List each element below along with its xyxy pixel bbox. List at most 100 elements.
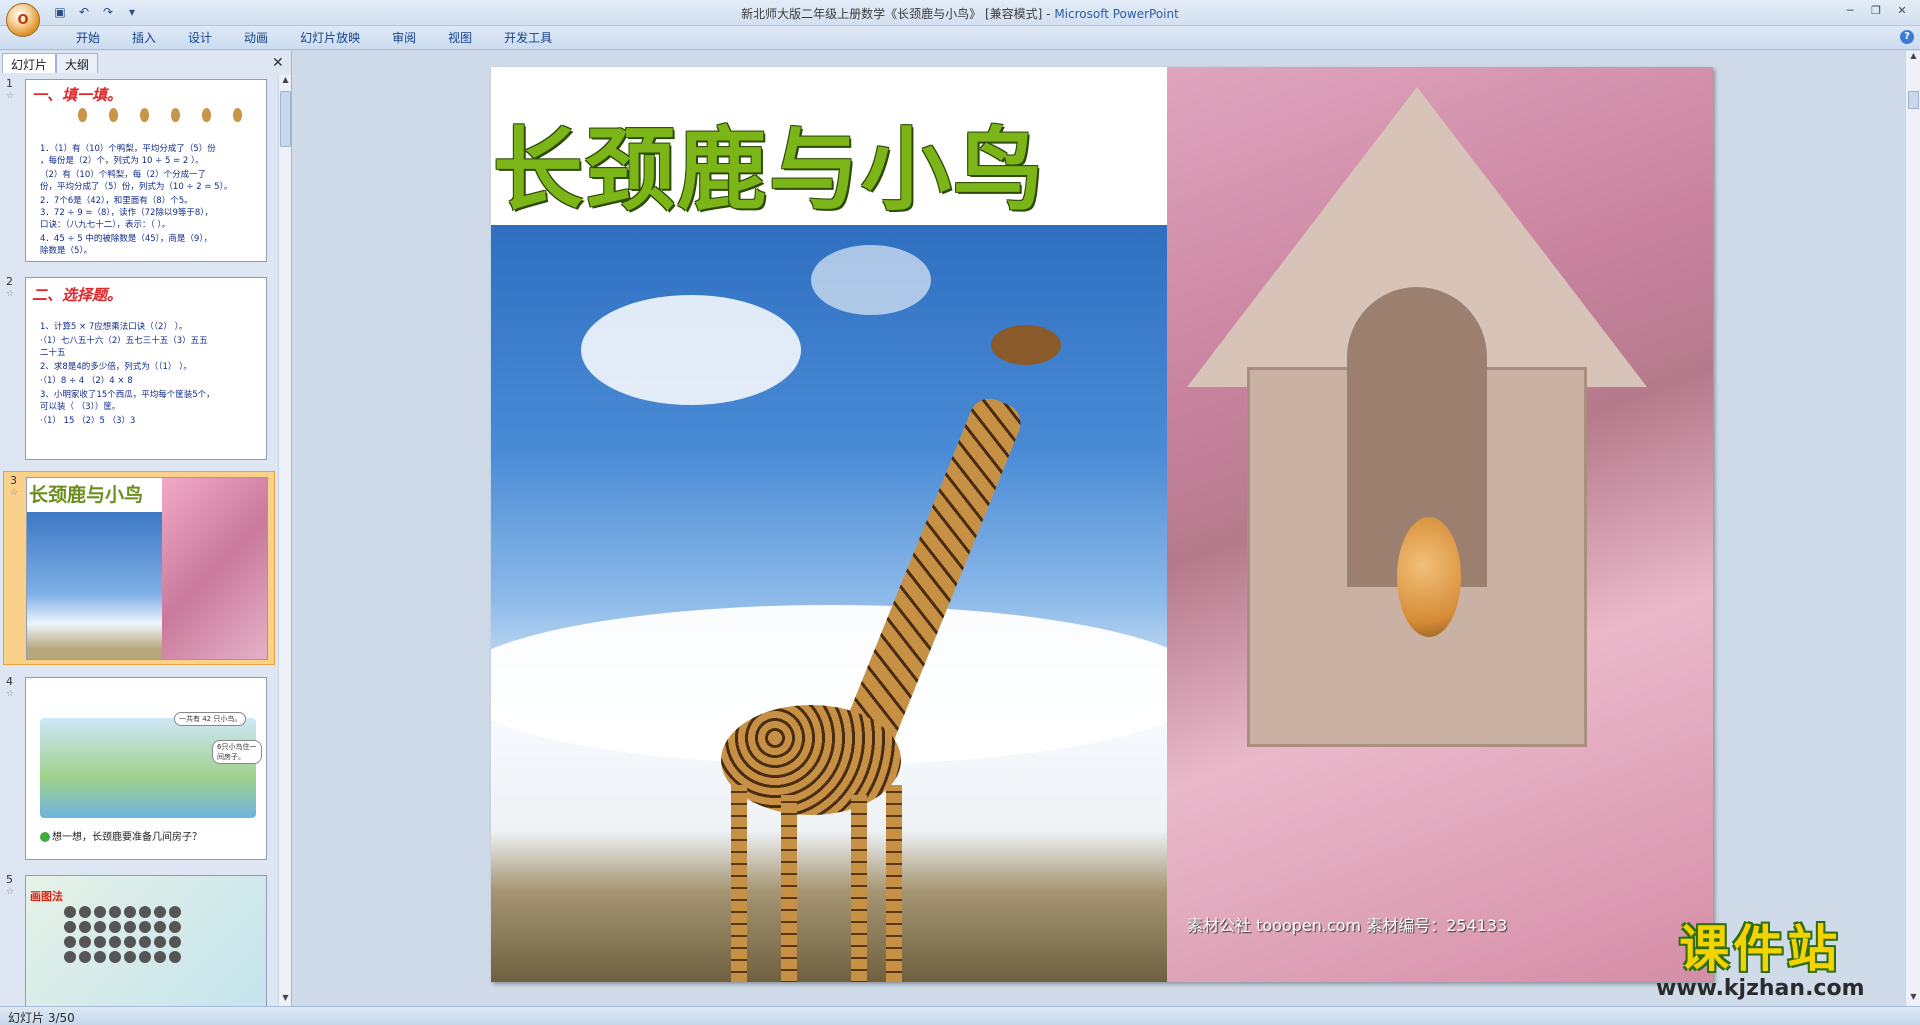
slide-number: 1	[6, 77, 13, 90]
tab-developer[interactable]: 开发工具	[488, 30, 568, 46]
slide-number: 4	[6, 675, 13, 688]
animation-star-icon: ☆	[6, 689, 15, 699]
slide-thumbnail[interactable]: 一、填一填。 1．（1）有（10）个鸭梨，平均分成了（5）份 ，每份是（2）个，…	[25, 79, 267, 262]
dot-grid	[64, 906, 181, 963]
slide-position: 幻灯片 3/50	[8, 1011, 75, 1025]
site-logo-url: www.kjzhan.com	[1656, 976, 1865, 1001]
photo-watermark: 素材公社 tooopen.com 素材编号：254133	[1187, 916, 1508, 935]
thumb-text-line: 1、计算5 × 7应想乘法口诀（（2） ）。	[40, 322, 188, 332]
slide-thumbnail-list: 1 ☆ 一、填一填。 1．（1）有（10）个鸭梨，平均分成了（5）份 ，每份是（…	[0, 75, 278, 1006]
cloud-shape	[811, 245, 931, 315]
tab-insert[interactable]: 插入	[116, 30, 172, 46]
pear-icons	[78, 108, 242, 122]
scroll-up-icon[interactable]: ▲	[279, 75, 292, 88]
current-slide[interactable]: 长颈鹿与小鸟 素材公社 tooopen.com 素材编号：254133	[491, 67, 1713, 982]
pear-icon	[233, 108, 242, 122]
slide-number: 5	[6, 873, 13, 886]
tab-slideshow[interactable]: 幻灯片放映	[284, 30, 376, 46]
thumb-text-line: 2、求8是4的多少倍，列式为（（1） ）。	[40, 362, 192, 372]
slide-editing-area: 长颈鹿与小鸟 素材公社 tooopen.com 素材编号：254133 课件站 …	[293, 51, 1905, 1006]
animation-star-icon: ☆	[10, 488, 19, 498]
ribbon-tabs: 开始 插入 设计 动画 幻灯片放映 审阅 视图 开发工具	[60, 30, 568, 46]
thumb-heading: 二、选择题。	[32, 286, 123, 304]
speech-bubble: 一共有 42 只小鸟。	[174, 712, 247, 726]
close-pane-icon[interactable]: ✕	[272, 55, 284, 71]
app-name: Microsoft PowerPoint	[1054, 7, 1179, 21]
slide-thumb-item-1[interactable]: 1 ☆ 一、填一填。 1．（1）有（10）个鸭梨，平均分成了（5）份 ，每份是（…	[0, 75, 278, 263]
giraffe-head	[991, 325, 1061, 365]
speech-bubble: 6只小鸟住一间房子。	[212, 740, 262, 764]
site-logo-name: 课件站	[1679, 919, 1842, 978]
giraffe-photo-thumb	[27, 512, 162, 659]
thumb-text-line: 3．72 ÷ 9 =（8），读作（72除以9等于8），	[40, 208, 214, 218]
thumb-title: 画图法	[30, 890, 63, 903]
thumb-title: 长颈鹿与小鸟	[29, 484, 144, 506]
thumb-left-image: 长颈鹿与小鸟	[27, 478, 162, 659]
scroll-up-icon[interactable]: ▲	[1906, 51, 1920, 65]
slide-thumbnail[interactable]: 一共有 42 只小鸟。 6只小鸟住一间房子。 想一想，长颈鹿要准备几间房子？	[25, 677, 267, 860]
slide-thumb-item-4[interactable]: 4 ☆ 一共有 42 只小鸟。 6只小鸟住一间房子。 想一想，长颈鹿要准备几间房…	[0, 673, 278, 861]
status-bar: 幻灯片 3/50	[0, 1006, 1920, 1025]
cartoon-scene	[40, 718, 256, 818]
bird	[1397, 517, 1461, 637]
giraffe-leg	[886, 785, 902, 982]
tab-outline[interactable]: 大纲	[56, 53, 99, 73]
scroll-down-icon[interactable]: ▼	[1906, 992, 1920, 1006]
slide-thumbnail[interactable]: 长颈鹿与小鸟	[26, 477, 268, 660]
green-dot-icon	[40, 832, 50, 842]
scrollbar-thumb[interactable]	[1908, 91, 1919, 109]
animation-star-icon: ☆	[6, 289, 15, 299]
giraffe-leg	[731, 785, 747, 982]
thumb-text-line: 份，平均分成了（5）份，列式为（10 ÷ 2 = 5）。	[40, 182, 233, 192]
help-icon[interactable]: ?	[1900, 30, 1914, 44]
minimize-icon[interactable]: ─	[1838, 2, 1862, 18]
close-icon[interactable]: ✕	[1890, 2, 1914, 18]
document-title: 新北师大版二年级上册数学《长颈鹿与小鸟》 [兼容模式] -	[741, 7, 1055, 21]
site-logo: 课件站 www.kjzhan.com	[1656, 919, 1865, 1002]
thumb-heading: 一、填一填。	[32, 86, 123, 104]
giraffe-photo[interactable]	[491, 225, 1167, 982]
title-bar: O ▣ ↶ ↷ ▾ 新北师大版二年级上册数学《长颈鹿与小鸟》 [兼容模式] - …	[0, 0, 1920, 37]
birdhouse-photo[interactable]: 素材公社 tooopen.com 素材编号：254133	[1167, 67, 1713, 982]
thumb-question: 想一想，长颈鹿要准备几间房子？	[40, 828, 202, 843]
slide-thumb-item-5[interactable]: 5 ☆ 画图法	[0, 871, 278, 1006]
tab-home[interactable]: 开始	[60, 30, 116, 46]
thumb-text-line: ，每份是（2）个，列式为 10 ÷ 5 = 2 ）。	[40, 156, 204, 166]
slide-title[interactable]: 长颈鹿与小鸟	[493, 97, 1045, 227]
pear-icon	[78, 108, 87, 122]
window-title: 新北师大版二年级上册数学《长颈鹿与小鸟》 [兼容模式] - Microsoft …	[0, 5, 1920, 22]
tab-design[interactable]: 设计	[172, 30, 228, 46]
office-button[interactable]: O	[6, 3, 40, 37]
tab-slides[interactable]: 幻灯片	[2, 53, 57, 73]
animation-star-icon: ☆	[6, 91, 15, 101]
pear-icon	[109, 108, 118, 122]
window-controls: ─ ❐ ✕	[1838, 2, 1914, 18]
tab-review[interactable]: 审阅	[376, 30, 432, 46]
birdhouse-photo-thumb	[162, 478, 267, 659]
thumb-question-text: 想一想，长颈鹿要准备几间房子？	[52, 832, 202, 843]
thumb-text-line: 可以装（ （3））筐。	[40, 402, 121, 412]
animation-star-icon: ☆	[6, 887, 15, 897]
slide-scrollbar[interactable]: ▲ ▼	[1905, 51, 1920, 1006]
slide-thumb-item-3[interactable]: 3 ☆ 长颈鹿与小鸟	[3, 471, 275, 665]
thumbnail-scrollbar[interactable]: ▲ ▼	[278, 75, 291, 1006]
pear-icon	[202, 108, 211, 122]
restore-icon[interactable]: ❐	[1864, 2, 1888, 18]
thumb-text-line: （2）有（10）个鸭梨，每（2）个分成一了	[40, 170, 207, 180]
giraffe-leg	[781, 795, 797, 982]
tab-view[interactable]: 视图	[432, 30, 488, 46]
thumb-text-line: 3、小明家收了15个西瓜，平均每个筐装5个，	[40, 390, 215, 400]
slide-thumb-item-2[interactable]: 2 ☆ 二、选择题。 1、计算5 × 7应想乘法口诀（（2） ）。 ·（1）七八…	[0, 273, 278, 461]
scrollbar-thumb[interactable]	[280, 91, 291, 147]
scroll-down-icon[interactable]: ▼	[279, 993, 292, 1006]
thumb-text-line: 1．（1）有（10）个鸭梨，平均分成了（5）份	[40, 144, 216, 154]
slide-thumbnail[interactable]: 画图法	[25, 875, 267, 1006]
giraffe-body	[721, 705, 901, 815]
cloud-shape	[581, 295, 801, 405]
thumb-text-line: 4．45 ÷ 5 中的被除数是（45），商是（9），	[40, 234, 213, 244]
thumb-text-line: ·（1）8 ÷ 4 （2）4 × 8	[40, 376, 133, 386]
tab-animations[interactable]: 动画	[228, 30, 284, 46]
thumb-text-line: ·（1） 15 （2）5 （3）3	[40, 416, 136, 426]
slide-thumbnail[interactable]: 二、选择题。 1、计算5 × 7应想乘法口诀（（2） ）。 ·（1）七八五十六（…	[25, 277, 267, 460]
thumb-text-line: ·（1）七八五十六（2）五七三十五（3）五五	[40, 336, 208, 346]
